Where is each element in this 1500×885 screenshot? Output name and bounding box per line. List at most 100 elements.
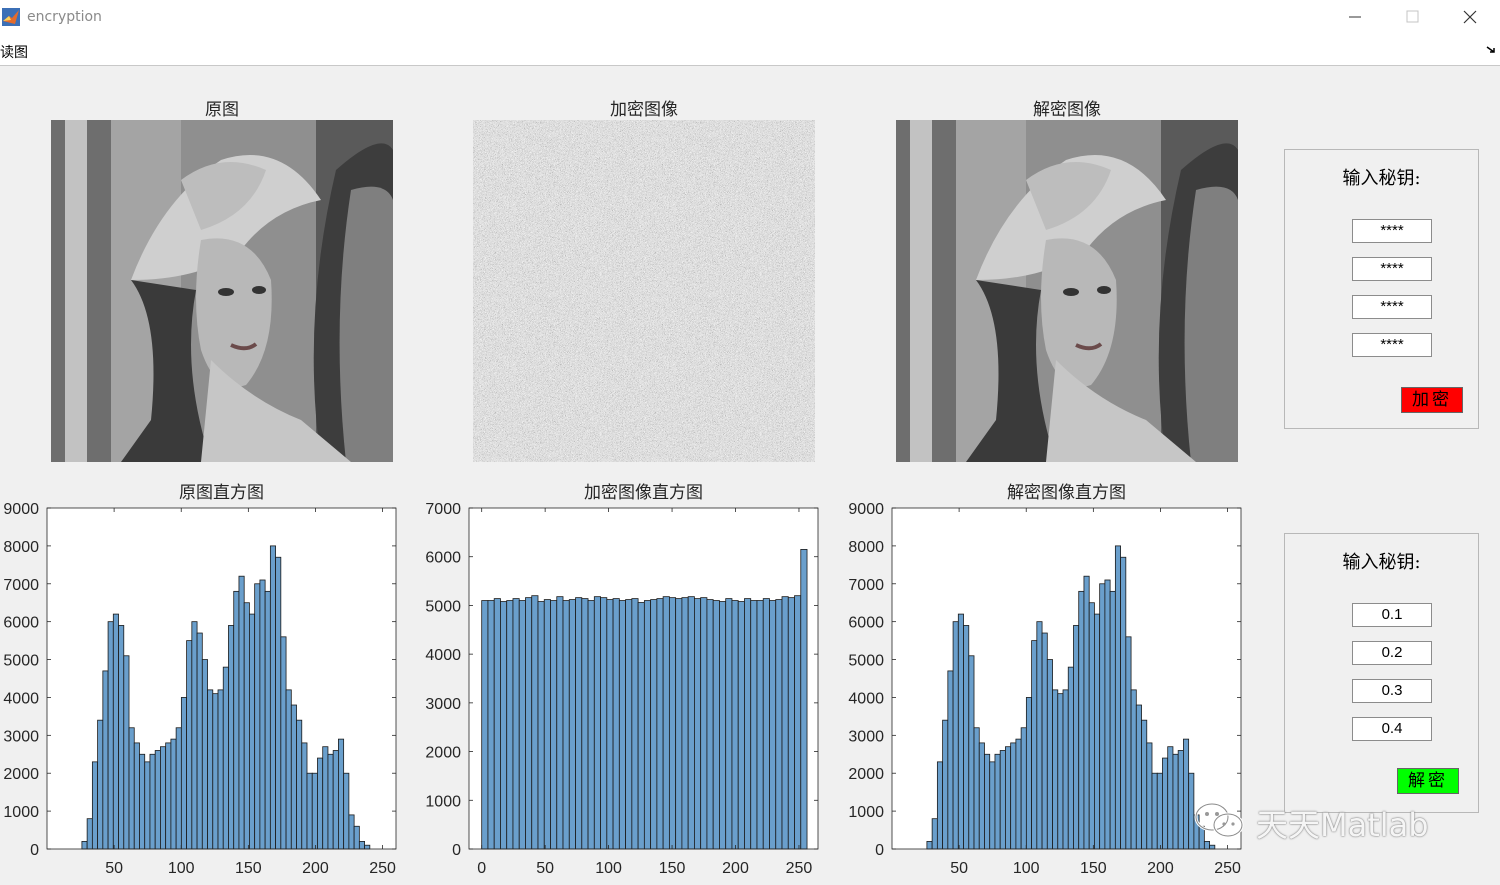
y-tick-label: 3000 [848, 728, 884, 745]
histogram-bar [681, 597, 689, 850]
histogram-bar [1172, 753, 1179, 850]
histogram-bar [296, 719, 303, 850]
histogram-bar [1109, 590, 1116, 850]
histogram-bar [700, 597, 708, 850]
x-tick-label: 150 [659, 860, 686, 877]
histogram-bar [769, 600, 777, 850]
decrypt-key-field-3[interactable]: 0.3 [1352, 679, 1432, 703]
histogram-bar [1094, 613, 1101, 850]
histogram-bar [543, 599, 551, 850]
histogram-bar [500, 601, 508, 850]
histogram-bar [556, 596, 564, 850]
histogram-bar [144, 761, 151, 850]
decrypt-key-field-4[interactable]: 0.4 [1352, 717, 1432, 741]
matlab-app-icon [2, 8, 20, 26]
x-tick-label: 250 [786, 860, 813, 877]
maximize-button[interactable] [1384, 0, 1442, 36]
histogram-bar [712, 600, 720, 850]
histogram-bar [1130, 689, 1137, 850]
histogram-bar [322, 746, 329, 850]
x-tick-label: 200 [1147, 860, 1174, 877]
histogram-bar [706, 599, 714, 850]
histogram-bar [744, 598, 752, 850]
histogram-bar [737, 601, 745, 850]
histogram-bar [989, 761, 996, 850]
histogram-bar [269, 545, 276, 850]
histogram-bar [493, 598, 501, 850]
histogram-bar [984, 753, 991, 850]
y-tick-label: 7000 [425, 501, 461, 518]
histogram-bar [233, 590, 240, 850]
y-tick-label: 1000 [425, 793, 461, 810]
encrypt-key-field-1[interactable]: **** [1352, 219, 1432, 243]
histogram-bar [358, 841, 365, 850]
histogram-bar [238, 575, 245, 850]
menu-arrow-icon[interactable] [1486, 45, 1496, 55]
x-tick-label: 50 [536, 860, 554, 877]
histogram-bar [618, 600, 626, 850]
histogram-bar [207, 689, 214, 850]
histogram-bar [973, 727, 980, 850]
histogram-bar [306, 772, 313, 850]
histogram-bar [1104, 579, 1111, 850]
histogram-bar [687, 596, 695, 850]
minimize-button[interactable] [1326, 0, 1384, 36]
histogram-bar [327, 753, 334, 850]
histogram-bar [1005, 746, 1012, 850]
histogram-title: 加密图像直方图 [584, 483, 703, 503]
encrypt-button[interactable]: 加密 [1401, 387, 1463, 413]
x-tick-label: 0 [477, 860, 486, 877]
histogram-bar [531, 595, 539, 850]
histogram-bar [217, 689, 224, 850]
histogram-bar [1052, 689, 1059, 850]
histogram-bar [537, 601, 545, 850]
histogram-bar [719, 601, 727, 850]
decrypt-key-field-1[interactable]: 0.1 [1352, 603, 1432, 627]
encrypt-key-field-4[interactable]: **** [1352, 333, 1432, 357]
histogram-bar [662, 596, 670, 850]
menu-item-read-image[interactable]: 读图 [0, 42, 28, 62]
histogram-bar [1162, 757, 1169, 850]
decrypted-image-title: 解密图像 [1033, 100, 1101, 120]
decrypt-key-field-2[interactable]: 0.2 [1352, 641, 1432, 665]
close-button[interactable] [1442, 0, 1500, 36]
histogram-bar [160, 746, 167, 850]
x-tick-label: 250 [369, 860, 396, 877]
encrypted-histogram-chart: 加密图像直方图 0 1000 2000 3000 4000 5000 6000 7000 0 50 1… [425, 483, 819, 877]
histogram-bar [1120, 556, 1127, 850]
histogram-bar [196, 632, 203, 850]
histogram-bar [1114, 545, 1121, 850]
y-tick-label: 0 [875, 842, 884, 859]
histogram-bar [800, 549, 808, 850]
y-tick-label: 6000 [425, 550, 461, 567]
minimize-icon [1349, 16, 1361, 18]
histogram-bar [201, 659, 208, 850]
histogram-bar [606, 599, 614, 850]
y-tick-label: 0 [452, 842, 461, 859]
encrypt-key-field-2[interactable]: **** [1352, 257, 1432, 281]
histogram-bar [952, 621, 959, 850]
original-image [51, 120, 393, 462]
histogram-bar [222, 666, 229, 850]
histogram-bar [154, 750, 161, 850]
histogram-bar [525, 597, 533, 850]
y-tick-label: 5000 [425, 598, 461, 615]
histogram-bar [243, 602, 250, 850]
histogram-bar [656, 598, 664, 850]
histogram-bar [170, 738, 177, 850]
wechat-icon [1194, 802, 1244, 838]
histogram-bar [612, 598, 620, 850]
window-titlebar: encryption [0, 0, 1500, 36]
histogram-bar [936, 761, 944, 850]
histogram-bar [518, 600, 526, 850]
decrypt-button[interactable]: 解密 [1397, 768, 1459, 794]
histogram-bar [364, 844, 371, 850]
y-tick-label: 7000 [848, 577, 884, 594]
histogram-bar [301, 742, 308, 850]
histogram-bar [562, 600, 570, 850]
histogram-bar [1203, 841, 1210, 850]
histogram-bar [1010, 742, 1017, 850]
encrypt-key-field-3[interactable]: **** [1352, 295, 1432, 319]
histogram-bar [512, 598, 520, 850]
y-tick-label: 0 [30, 842, 39, 859]
